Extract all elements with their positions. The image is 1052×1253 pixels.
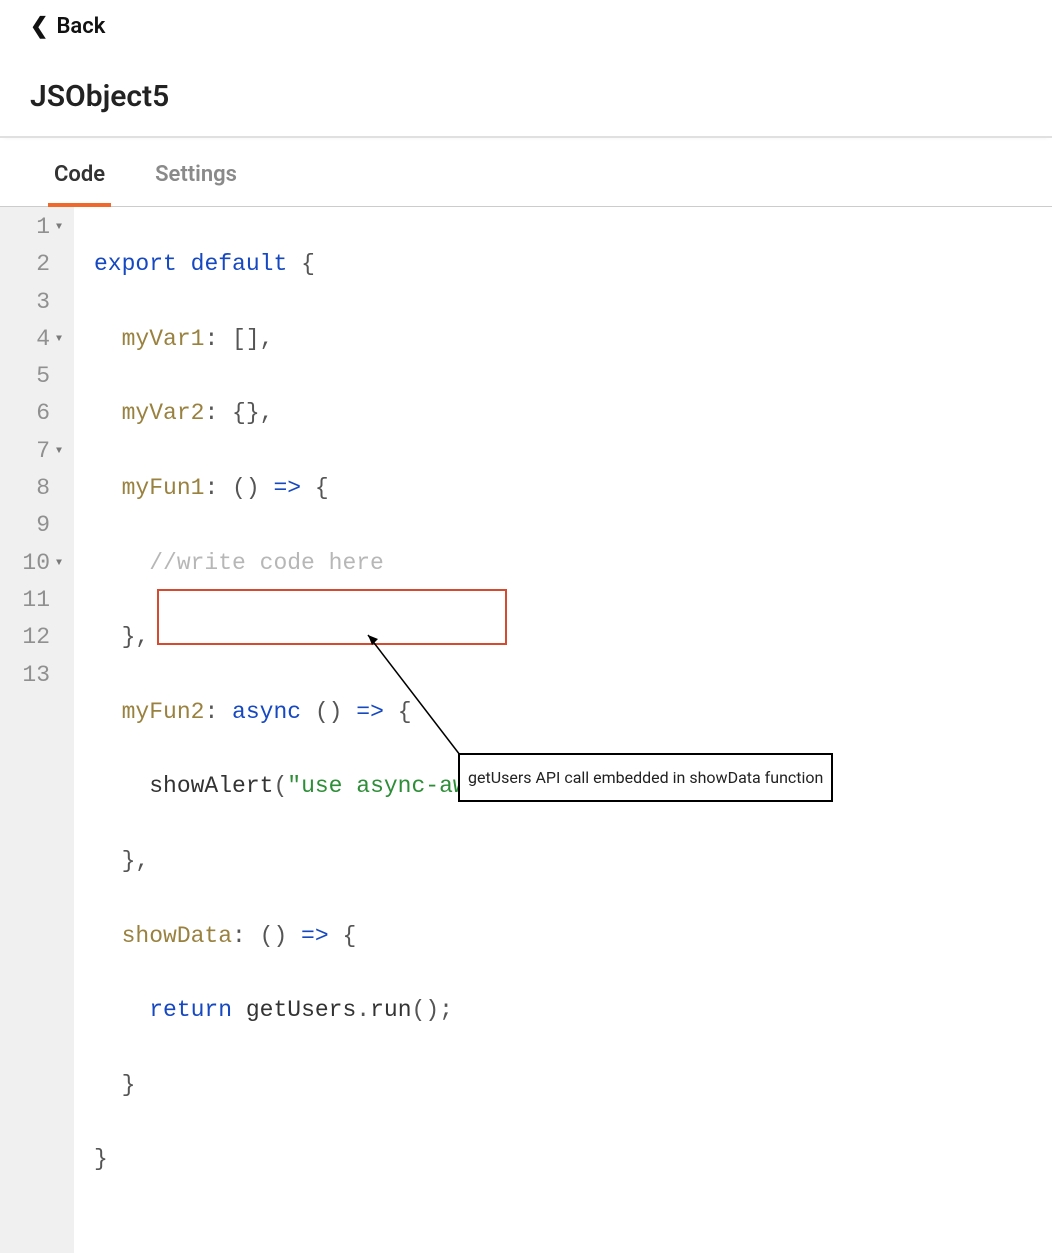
gutter-line: 10▼	[0, 545, 68, 582]
comment: //write code here	[149, 550, 384, 576]
ident-myvar2: myVar2	[122, 400, 205, 426]
ident-myfun1: myFun1	[122, 475, 205, 501]
kw-async: async	[232, 699, 301, 725]
code-editor[interactable]: 1▼234▼567▼8910▼111213 export default { m…	[0, 207, 1052, 1253]
gutter-line: 4▼	[0, 321, 68, 358]
gutter-line: 9	[0, 507, 68, 544]
gutter-line: 11	[0, 582, 68, 619]
fold-icon[interactable]: ▼	[54, 545, 64, 582]
fold-icon[interactable]: ▼	[54, 209, 64, 246]
ident-getusers: getUsers	[246, 997, 356, 1023]
gutter-line: 1▼	[0, 209, 68, 246]
page-title: JSObject5	[30, 79, 1022, 114]
gutter-line: 3	[0, 284, 68, 321]
call-run: run	[370, 997, 411, 1023]
ident-showdata: showData	[122, 923, 232, 949]
back-label: Back	[56, 14, 105, 39]
tab-code[interactable]: Code	[48, 144, 111, 207]
chevron-left-icon: ❮	[30, 16, 48, 38]
fold-icon[interactable]: ▼	[54, 433, 64, 470]
tab-settings[interactable]: Settings	[149, 144, 243, 207]
gutter-line: 8	[0, 470, 68, 507]
tabs: Code Settings	[0, 144, 1052, 207]
back-button[interactable]: ❮ Back	[30, 14, 105, 39]
gutter-line: 2	[0, 246, 68, 283]
gutter-line: 6	[0, 395, 68, 432]
call-showalert: showAlert	[149, 773, 273, 799]
kw-default: default	[191, 251, 288, 277]
gutter-line: 5	[0, 358, 68, 395]
annotation-label: getUsers API call embedded in showData f…	[458, 753, 833, 802]
annotation: getUsers API call embedded in showData f…	[458, 753, 833, 802]
kw-return: return	[149, 997, 232, 1023]
kw-export: export	[94, 251, 177, 277]
code-body[interactable]: export default { myVar1: [], myVar2: {},…	[74, 207, 715, 1253]
header: ❮ Back JSObject5	[0, 0, 1052, 138]
gutter-line: 7▼	[0, 433, 68, 470]
fold-icon[interactable]: ▼	[54, 321, 64, 358]
gutter-line: 13	[0, 657, 68, 694]
gutter: 1▼234▼567▼8910▼111213	[0, 207, 74, 1253]
gutter-line: 12	[0, 619, 68, 656]
ident-myvar1: myVar1	[122, 326, 205, 352]
ident-myfun2: myFun2	[122, 699, 205, 725]
